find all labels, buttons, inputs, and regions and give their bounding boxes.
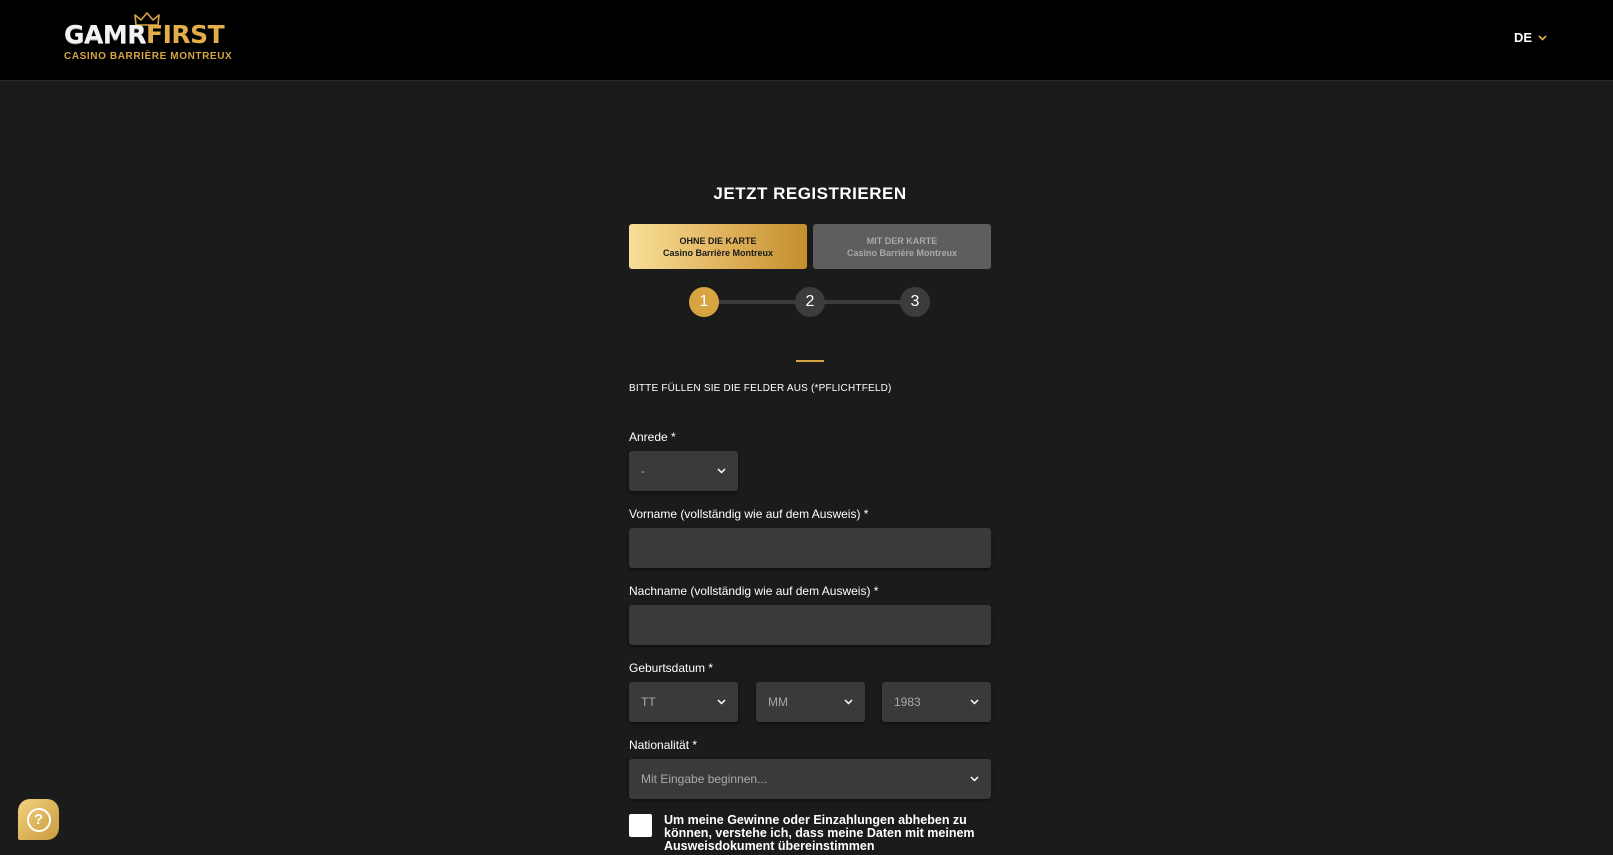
chevron-down-icon: [844, 699, 853, 705]
page-title: JETZT REGISTRIEREN: [713, 184, 907, 203]
section-divider: [796, 360, 824, 362]
consent-checkbox[interactable]: [629, 814, 652, 837]
nationality-placeholder: Mit Eingabe beginnen...: [641, 772, 768, 786]
chevron-down-icon: [717, 468, 726, 474]
tab-without-card[interactable]: OHNE DIE KARTE Casino Barrière Montreux: [629, 224, 807, 269]
last-name-input[interactable]: [629, 605, 991, 645]
tab-without-card-line1: OHNE DIE KARTE: [679, 235, 757, 246]
form-instructions: BITTE FÜLLEN SIE DIE FELDER AUS (*PFLICH…: [629, 383, 892, 394]
birth-year-select[interactable]: 1983: [882, 682, 991, 722]
tab-with-card-line2: Casino Barrière Montreux: [846, 247, 958, 258]
help-icon: ?: [26, 807, 51, 832]
chevron-down-icon: [970, 699, 979, 705]
step-2: 2: [795, 287, 825, 317]
tab-with-card-line1: MIT DER KARTE: [866, 235, 938, 246]
header: GAMRFIRST CASINO BARRIÈRE MONTREUX DE: [0, 0, 1613, 81]
chevron-down-icon: [970, 776, 979, 782]
card-tabs: OHNE DIE KARTE Casino Barrière Montreux …: [629, 224, 991, 269]
step-3: 3: [900, 287, 930, 317]
logo-part-first: FIRST: [146, 20, 225, 49]
salutation-label: Anrede *: [629, 430, 676, 444]
tab-with-card[interactable]: MIT DER KARTE Casino Barrière Montreux: [813, 224, 991, 269]
logo-part-gamr: GAMR: [64, 20, 147, 49]
progress-stepper: 1 2 3: [689, 287, 931, 317]
birth-year-value: 1983: [894, 695, 921, 709]
step-1: 1: [689, 287, 719, 317]
nationality-label: Nationalität *: [629, 738, 698, 752]
nationality-select[interactable]: Mit Eingabe beginnen...: [629, 759, 991, 799]
gamrfirst-logo[interactable]: GAMRFIRST CASINO BARRIÈRE MONTREUX: [64, 12, 254, 64]
birth-day-select[interactable]: TT: [629, 682, 738, 722]
salutation-value: -: [641, 464, 645, 478]
language-selector[interactable]: DE: [1514, 30, 1547, 45]
birthdate-label: Geburtsdatum *: [629, 661, 714, 675]
language-label: DE: [1513, 30, 1532, 45]
help-button[interactable]: ?: [18, 799, 59, 840]
consent-text: Um meine Gewinne oder Einzahlungen abheb…: [664, 813, 975, 853]
chevron-down-icon: [717, 699, 726, 705]
birth-month-select[interactable]: MM: [756, 682, 865, 722]
logo-wordmark: GAMRFIRST: [64, 20, 225, 50]
first-name-input[interactable]: [629, 528, 991, 568]
birth-month-value: MM: [768, 695, 788, 709]
salutation-select[interactable]: -: [629, 451, 738, 491]
last-name-label: Nachname (vollständig wie auf dem Auswei…: [629, 584, 879, 598]
tab-without-card-line2: Casino Barrière Montreux: [662, 247, 774, 258]
first-name-label: Vorname (vollständig wie auf dem Ausweis…: [629, 507, 869, 521]
birth-day-value: TT: [641, 695, 656, 709]
chevron-down-icon: [1538, 34, 1547, 41]
logo-subtitle: CASINO BARRIÈRE MONTREUX: [64, 51, 233, 62]
